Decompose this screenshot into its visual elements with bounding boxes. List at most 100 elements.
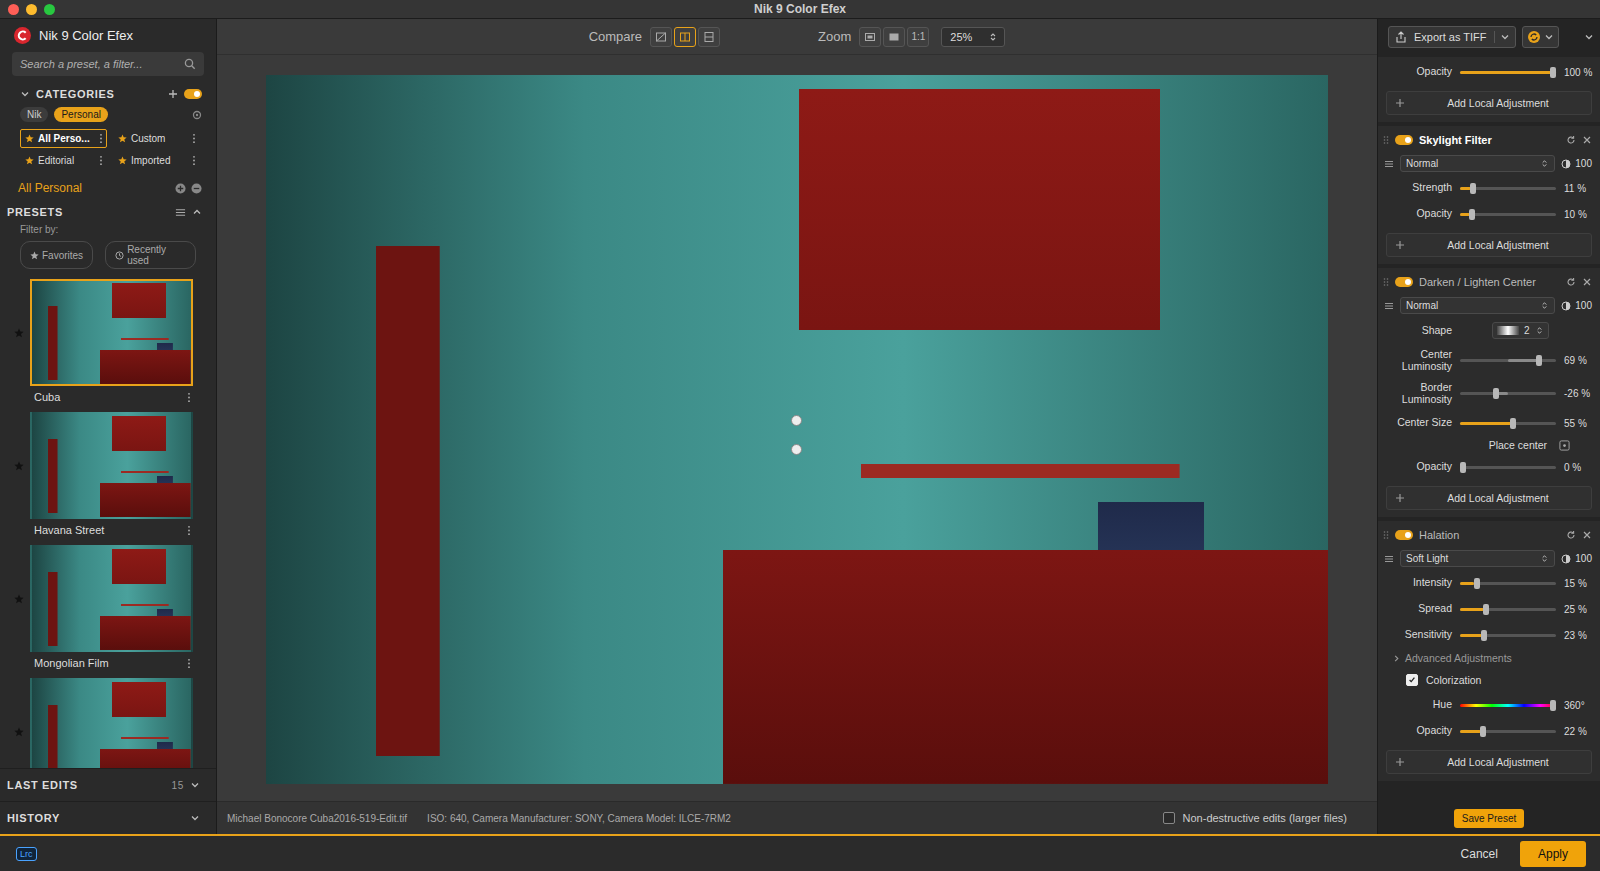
more-icon[interactable] bbox=[192, 133, 196, 144]
menu-icon[interactable] bbox=[1384, 159, 1394, 169]
filter-opacity[interactable]: 100 bbox=[1561, 300, 1592, 311]
reset-icon[interactable] bbox=[1566, 530, 1576, 540]
last-edits-header[interactable]: LAST EDITS15 bbox=[0, 768, 216, 801]
more-icon[interactable] bbox=[192, 155, 196, 166]
close-icon[interactable] bbox=[1582, 135, 1592, 145]
slider-track[interactable] bbox=[1460, 608, 1556, 611]
lightroom-badge[interactable]: Lrc bbox=[16, 847, 37, 861]
window-control[interactable] bbox=[44, 4, 55, 15]
chevron-down-icon[interactable] bbox=[190, 780, 200, 790]
slider-track[interactable] bbox=[1460, 213, 1556, 216]
more-icon[interactable] bbox=[99, 133, 103, 144]
reset-icon[interactable] bbox=[1566, 135, 1576, 145]
add-circle-icon[interactable] bbox=[175, 183, 186, 194]
drag-handle-icon[interactable] bbox=[1383, 135, 1389, 145]
slider-knob[interactable] bbox=[1483, 604, 1489, 615]
slider-track[interactable] bbox=[1460, 582, 1556, 585]
slider-knob[interactable] bbox=[1536, 355, 1542, 366]
add-local-adjustment-button[interactable]: Add Local Adjustment bbox=[1386, 91, 1592, 115]
cancel-button[interactable]: Cancel bbox=[1453, 841, 1506, 867]
filter-opacity[interactable]: 100 bbox=[1561, 553, 1592, 564]
slider-track[interactable] bbox=[1460, 187, 1556, 190]
slider-knob[interactable] bbox=[1469, 209, 1475, 220]
more-icon[interactable] bbox=[187, 392, 191, 403]
categories-header[interactable]: CATEGORIES bbox=[0, 84, 216, 104]
slider-knob[interactable] bbox=[1481, 630, 1487, 641]
close-icon[interactable] bbox=[1582, 277, 1592, 287]
add-local-adjustment-button[interactable]: Add Local Adjustment bbox=[1386, 750, 1592, 774]
filter-toggle[interactable] bbox=[1395, 277, 1413, 287]
preset-thumbnail[interactable] bbox=[30, 279, 193, 386]
filter-toggle[interactable] bbox=[1395, 135, 1413, 145]
preset-item[interactable]: Havana Street bbox=[14, 412, 216, 542]
filter-pill[interactable]: Favorites bbox=[20, 241, 93, 269]
filter-header[interactable]: Halation bbox=[1378, 523, 1600, 547]
center-handle[interactable] bbox=[791, 444, 802, 455]
zoom-button[interactable]: 1:1 bbox=[907, 27, 929, 47]
slider-track[interactable] bbox=[1460, 704, 1556, 707]
category-item[interactable]: Editorial bbox=[20, 151, 107, 170]
favorite-star-icon[interactable] bbox=[14, 328, 24, 338]
search-field[interactable]: Search a preset, a filter... bbox=[12, 52, 204, 76]
filter-opacity[interactable]: 100 bbox=[1561, 158, 1592, 169]
nondestructive-checkbox[interactable] bbox=[1163, 812, 1175, 824]
save-preset-button[interactable]: Save Preset bbox=[1454, 809, 1524, 828]
categories-toggle[interactable] bbox=[184, 89, 202, 99]
slider-knob[interactable] bbox=[1510, 418, 1516, 429]
reset-icon[interactable] bbox=[1566, 277, 1576, 287]
favorite-star-icon[interactable] bbox=[14, 594, 24, 604]
chevron-down-icon[interactable] bbox=[20, 89, 30, 99]
drag-handle-icon[interactable] bbox=[1383, 277, 1389, 287]
slider-track[interactable] bbox=[1460, 392, 1556, 395]
slider-track[interactable] bbox=[1460, 466, 1556, 469]
slider-track[interactable] bbox=[1460, 71, 1556, 74]
more-icon[interactable] bbox=[187, 658, 191, 669]
remove-circle-icon[interactable] bbox=[191, 183, 202, 194]
slider-knob[interactable] bbox=[1480, 726, 1486, 737]
slider-track[interactable] bbox=[1460, 634, 1556, 637]
slider-knob[interactable] bbox=[1474, 578, 1480, 589]
filter-pill[interactable]: Recently used bbox=[105, 241, 196, 269]
zoom-button[interactable] bbox=[859, 27, 881, 47]
slider-knob[interactable] bbox=[1470, 183, 1476, 194]
chevron-down-icon[interactable] bbox=[190, 813, 200, 823]
filter-header[interactable]: Darken / Lighten Center bbox=[1378, 270, 1600, 294]
slider-knob[interactable] bbox=[1493, 388, 1499, 399]
blend-mode-select[interactable]: Soft Light bbox=[1400, 550, 1555, 567]
settings-icon[interactable] bbox=[192, 110, 202, 120]
favorite-star-icon[interactable] bbox=[14, 461, 24, 471]
export-button[interactable]: Export as TIFF bbox=[1388, 26, 1516, 48]
preset-item[interactable]: Mongolian Film bbox=[14, 545, 216, 675]
category-item[interactable]: Custom bbox=[113, 129, 200, 148]
more-icon[interactable] bbox=[187, 525, 191, 536]
source-chip[interactable]: Nik bbox=[20, 107, 48, 122]
preset-item[interactable]: Cuba bbox=[14, 279, 216, 409]
add-local-adjustment-button[interactable]: Add Local Adjustment bbox=[1386, 233, 1592, 257]
zoom-button[interactable] bbox=[883, 27, 905, 47]
slider-knob[interactable] bbox=[1550, 67, 1556, 78]
presets-header[interactable]: PRESETS bbox=[0, 202, 216, 222]
favorite-star-icon[interactable] bbox=[14, 727, 24, 737]
panel-menu-icon[interactable] bbox=[1584, 32, 1594, 42]
apply-button[interactable]: Apply bbox=[1520, 841, 1586, 867]
target-icon[interactable] bbox=[1559, 440, 1570, 451]
filter-toggle[interactable] bbox=[1395, 530, 1413, 540]
sync-button[interactable] bbox=[1522, 26, 1559, 48]
slider-knob[interactable] bbox=[1460, 462, 1466, 473]
slider-knob[interactable] bbox=[1550, 700, 1556, 711]
menu-icon[interactable] bbox=[1384, 301, 1394, 311]
more-icon[interactable] bbox=[99, 155, 103, 166]
shape-stepper[interactable]: 2 bbox=[1492, 322, 1549, 339]
history-header[interactable]: HISTORY bbox=[0, 801, 216, 834]
place-center-row[interactable]: Place center bbox=[1378, 436, 1600, 454]
slider-track[interactable] bbox=[1460, 359, 1556, 362]
advanced-adjustments-row[interactable]: Advanced Adjustments bbox=[1378, 648, 1600, 668]
preset-thumbnail[interactable] bbox=[30, 412, 193, 519]
compare-mode-button[interactable] bbox=[698, 27, 720, 47]
category-item[interactable]: All Perso... bbox=[20, 129, 107, 148]
zoom-select[interactable]: 25% bbox=[941, 27, 1005, 47]
menu-icon[interactable] bbox=[1384, 554, 1394, 564]
drag-handle-icon[interactable] bbox=[1383, 530, 1389, 540]
compare-mode-button[interactable] bbox=[674, 27, 696, 47]
checkbox[interactable] bbox=[1406, 674, 1418, 686]
